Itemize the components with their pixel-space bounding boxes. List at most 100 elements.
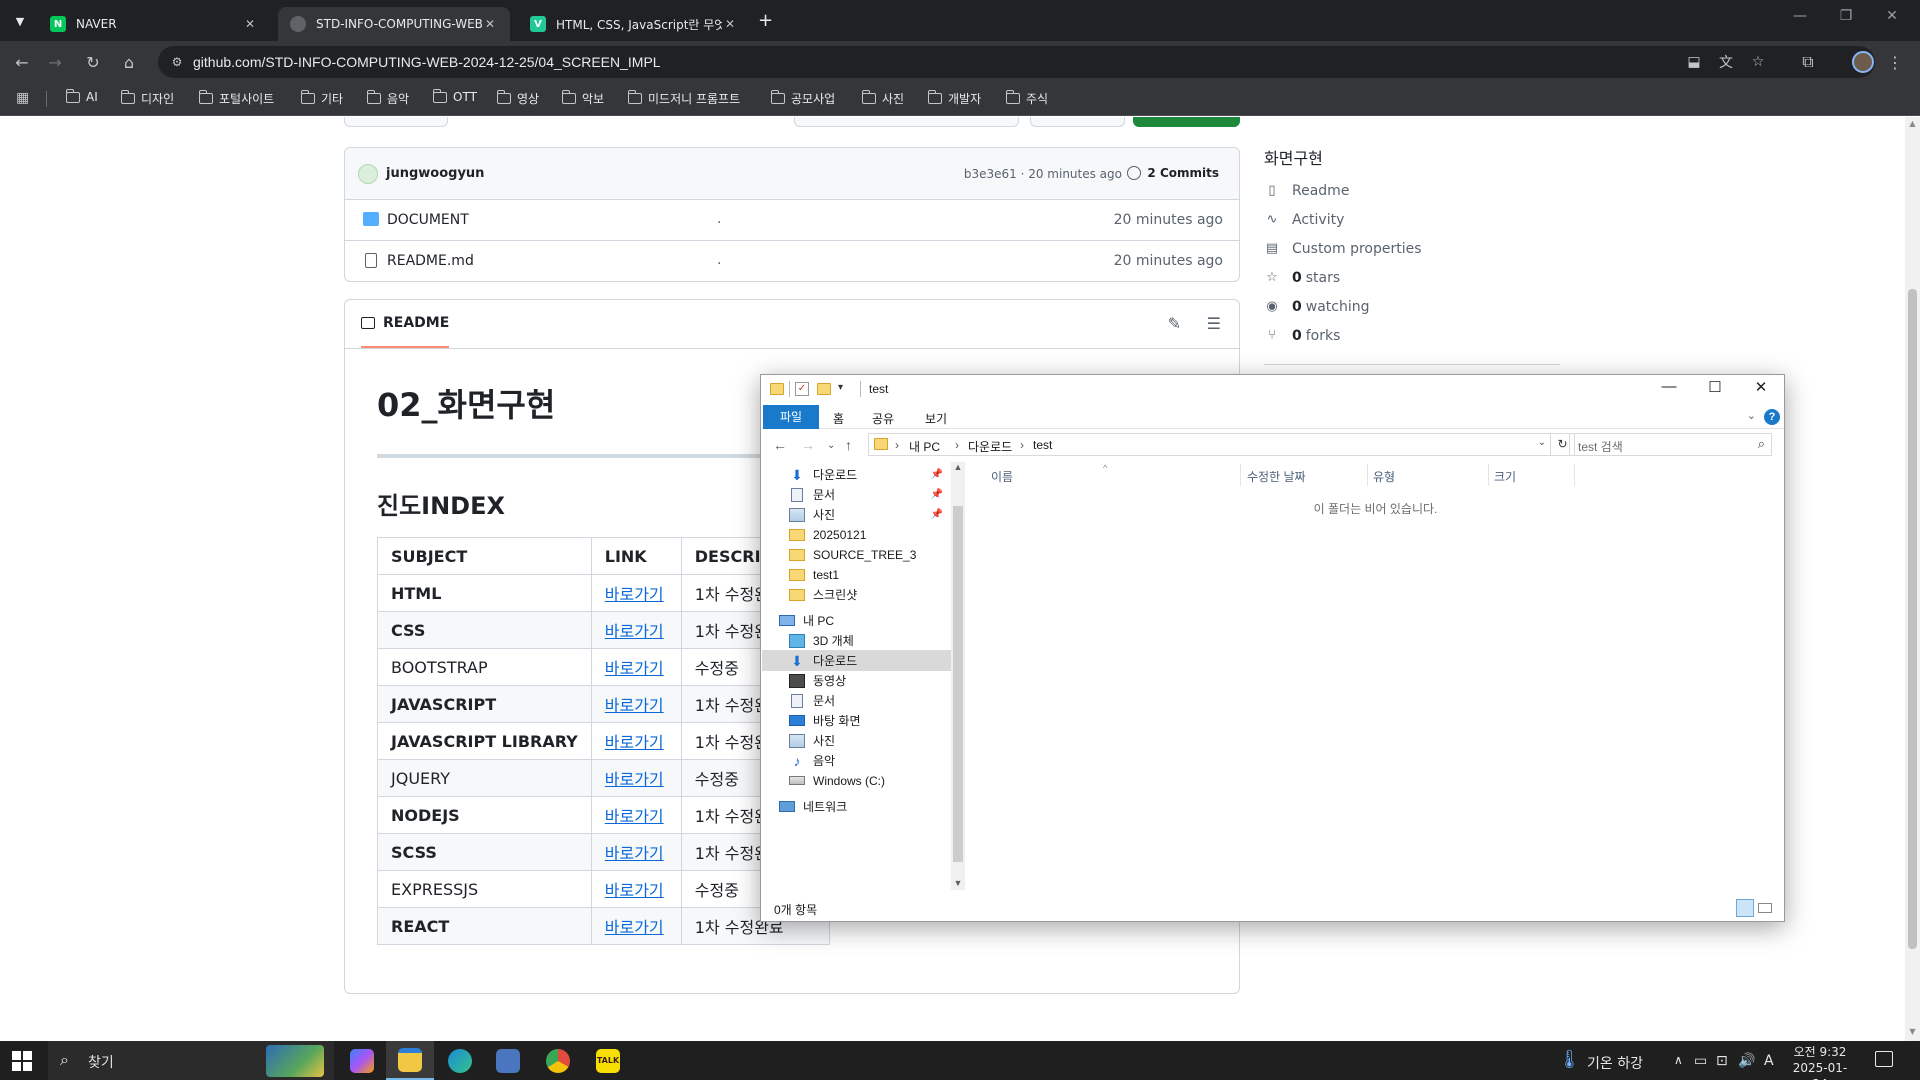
forks-link[interactable]: ⑂ 0 forks	[1264, 328, 1340, 344]
taskbar-clock[interactable]: 오전 9:32 2025-01-24	[1790, 1044, 1850, 1080]
file-name[interactable]: DOCUMENT	[387, 212, 469, 228]
go-to-file-input[interactable]	[794, 117, 1019, 127]
file-commit-message[interactable]: .	[717, 211, 721, 227]
nav-item-downloads-quick[interactable]: ⬇ 다운로드 📌	[789, 464, 949, 485]
network-icon[interactable]: ▭	[1694, 1053, 1707, 1069]
explorer-search-input[interactable]: test 검색 ⌕	[1569, 433, 1772, 456]
shortcut-link[interactable]: 바로가기	[605, 770, 664, 789]
scroll-down-icon[interactable]: ▼	[951, 878, 965, 888]
scroll-up-icon[interactable]: ▲	[951, 462, 965, 472]
watching-link[interactable]: ◉ 0 watching	[1264, 299, 1369, 315]
back-arrow-icon[interactable]: ←	[773, 437, 787, 453]
help-icon[interactable]: ?	[1764, 409, 1780, 425]
shortcut-link[interactable]: 바로가기	[605, 807, 664, 826]
tab-search-button[interactable]: ▼	[8, 9, 32, 33]
nav-item-folder[interactable]: SOURCE_TREE_3	[789, 544, 949, 565]
profile-avatar[interactable]	[1852, 51, 1874, 73]
tab-github[interactable]: STD-INFO-COMPUTING-WEB- ✕	[278, 7, 510, 41]
nav-item-folder[interactable]: 20250121	[789, 524, 949, 545]
shortcut-link[interactable]: 바로가기	[605, 844, 664, 863]
shortcut-link[interactable]: 바로가기	[605, 881, 664, 900]
bookmark-folder[interactable]: 공모사업	[770, 90, 835, 107]
nav-pane-scrollbar[interactable]: ▲ ▼	[951, 462, 965, 890]
chrome-app[interactable]	[534, 1041, 582, 1080]
column-divider[interactable]	[1367, 464, 1368, 486]
nav-item-this-pc[interactable]: 내 PC	[779, 610, 939, 631]
copilot-app[interactable]	[338, 1041, 386, 1080]
bookmark-folder[interactable]: 기타	[300, 90, 343, 107]
reload-icon[interactable]: ↻	[80, 49, 106, 75]
file-name[interactable]: README.md	[387, 253, 474, 269]
bookmark-folder[interactable]: 영상	[496, 90, 539, 107]
recent-locations-icon[interactable]: ⌄	[827, 440, 835, 451]
explorer-titlebar[interactable]: ✓ ▾ test — ☐ ✕	[761, 375, 1784, 405]
customize-toolbar-icon[interactable]: ▾	[838, 382, 843, 393]
bookmark-folder[interactable]: 디자인	[120, 90, 174, 107]
edge-app[interactable]	[436, 1041, 484, 1080]
shortcut-link[interactable]: 바로가기	[605, 659, 664, 678]
nav-item-folder[interactable]: 스크린샷	[789, 584, 949, 605]
address-bar[interactable]: ⚙ github.com/STD-INFO-COMPUTING-WEB-2024…	[158, 46, 1875, 78]
translate-icon[interactable]: 文	[1716, 52, 1736, 72]
nav-item-network[interactable]: 네트워크	[779, 796, 939, 817]
bookmark-folder[interactable]: 주식	[1005, 90, 1048, 107]
column-header-name[interactable]: 이름	[991, 468, 1013, 485]
forward-arrow-icon[interactable]: →	[801, 437, 815, 453]
nav-item-videos[interactable]: 동영상	[789, 670, 949, 691]
activity-link[interactable]: ∿ Activity	[1264, 212, 1345, 228]
bookmark-folder[interactable]: 포털사이트	[198, 90, 274, 107]
file-explorer-app[interactable]	[386, 1041, 434, 1080]
scroll-thumb[interactable]	[953, 506, 963, 862]
file-row-readme[interactable]: README.md . 20 minutes ago	[344, 241, 1240, 282]
minimize-icon[interactable]: —	[1646, 378, 1692, 402]
scroll-down-icon[interactable]: ▼	[1908, 1027, 1917, 1036]
column-divider[interactable]	[1574, 464, 1575, 486]
shortcut-link[interactable]: 바로가기	[605, 696, 664, 715]
minimize-icon[interactable]: —	[1777, 8, 1823, 24]
expand-ribbon-icon[interactable]: ⌄	[1747, 409, 1756, 422]
thermometer-icon[interactable]: 🌡	[1558, 1049, 1581, 1070]
pin-icon[interactable]: 📌	[931, 509, 943, 520]
up-arrow-icon[interactable]: ↑	[845, 437, 852, 453]
shortcut-link[interactable]: 바로가기	[605, 585, 664, 604]
readme-link[interactable]: ▯ Readme	[1264, 183, 1349, 199]
nav-item-3d-objects[interactable]: 3D 개체	[789, 630, 949, 651]
chevron-down-icon[interactable]: ⌄	[1538, 437, 1546, 448]
outline-list-icon[interactable]: ☰	[1207, 314, 1221, 333]
properties-check-icon[interactable]: ✓	[795, 382, 809, 396]
close-icon[interactable]: ✕	[722, 17, 738, 31]
nav-item-documents-quick[interactable]: 문서 📌	[789, 484, 949, 505]
new-folder-icon[interactable]	[817, 383, 831, 395]
close-icon[interactable]: ✕	[242, 17, 258, 31]
bookmark-folder[interactable]: 사진	[861, 90, 904, 107]
readme-tab[interactable]: README	[361, 300, 450, 348]
bookmark-folder[interactable]: OTT	[432, 88, 477, 104]
tab-naver[interactable]: N NAVER ✕	[38, 7, 270, 41]
install-app-icon[interactable]: ⬓	[1684, 52, 1704, 72]
explorer-address-bar[interactable]: › 내 PC › 다운로드 › test ⌄	[868, 433, 1551, 456]
add-file-button[interactable]	[1030, 117, 1125, 127]
pin-icon[interactable]: 📌	[931, 469, 943, 480]
breadcrumb-item[interactable]: 다운로드	[968, 438, 1012, 455]
pencil-icon[interactable]: ✎	[1168, 314, 1181, 333]
close-window-icon[interactable]: ✕	[1869, 8, 1915, 24]
column-divider[interactable]	[1488, 464, 1489, 486]
tab-velog[interactable]: V HTML, CSS, JavaScript란 무엇 ✕	[518, 7, 750, 41]
pin-icon[interactable]: 📌	[931, 489, 943, 500]
breadcrumb-item[interactable]: test	[1033, 438, 1052, 452]
ime-indicator[interactable]: A	[1764, 1053, 1774, 1069]
windows-start-icon[interactable]	[12, 1051, 32, 1071]
notification-icon[interactable]	[1875, 1051, 1893, 1067]
branch-selector-button[interactable]	[344, 117, 448, 127]
scroll-thumb[interactable]	[1908, 289, 1917, 949]
nav-item-pictures-quick[interactable]: 사진 📌	[789, 504, 949, 525]
kakaotalk-app[interactable]: TALK	[584, 1041, 632, 1080]
commit-author[interactable]: jungwoogyun	[386, 166, 484, 181]
custom-properties-link[interactable]: ▤ Custom properties	[1264, 241, 1422, 257]
bookmark-folder[interactable]: 음악	[366, 90, 409, 107]
volume-icon[interactable]: 🔊	[1738, 1053, 1755, 1069]
nav-item-documents[interactable]: 문서	[789, 690, 949, 711]
close-icon[interactable]: ✕	[482, 17, 498, 31]
nav-item-pictures[interactable]: 사진	[789, 730, 949, 751]
commit-message[interactable]: .	[481, 166, 485, 181]
